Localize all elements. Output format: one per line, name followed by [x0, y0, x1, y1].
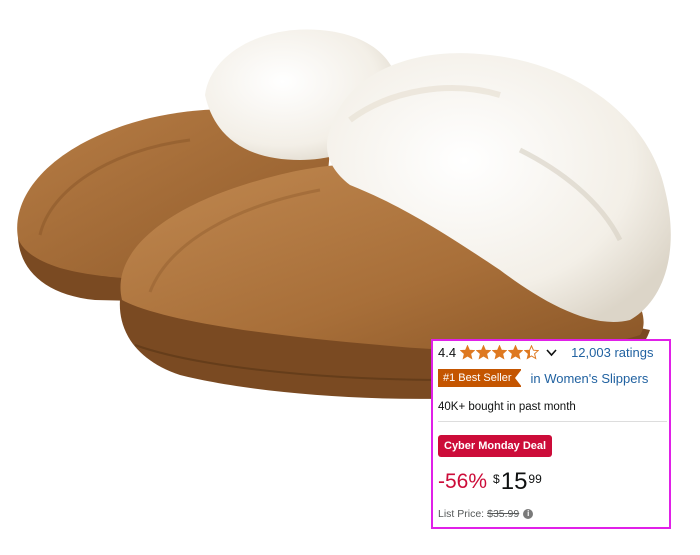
- rating-value: 4.4: [438, 345, 457, 360]
- star-icon: [508, 345, 524, 360]
- bought-in-past-month: 40K+ bought in past month: [438, 401, 576, 413]
- discount-percent: -56%: [438, 470, 488, 493]
- deal-badge: Cyber Monday Deal: [438, 435, 553, 457]
- product-info-card: 4.4 12,003 ratings #1 Best Seller in Wom…: [431, 339, 671, 529]
- star-icon: [524, 345, 540, 360]
- price-fraction: 99: [528, 472, 542, 486]
- star-rating[interactable]: [460, 345, 540, 360]
- bestseller-row: #1 Best Seller in Women's Slippers: [438, 369, 648, 387]
- divider: [438, 421, 667, 422]
- ratings-count-link[interactable]: 12,003 ratings: [571, 345, 653, 360]
- list-price-row: List Price: $35.99 i: [438, 508, 534, 520]
- best-seller-badge[interactable]: #1 Best Seller: [438, 369, 523, 387]
- price-currency-symbol: $: [493, 472, 500, 486]
- price-row: -56% $ 15 99: [438, 469, 542, 495]
- star-icon: [492, 345, 508, 360]
- bestseller-category-link[interactable]: in Women's Slippers: [530, 371, 648, 386]
- star-icon: [460, 345, 476, 360]
- price-whole: 15: [500, 468, 528, 495]
- info-icon[interactable]: i: [523, 509, 534, 519]
- rating-row: 4.4 12,003 ratings: [438, 345, 653, 360]
- chevron-down-icon[interactable]: [546, 348, 557, 357]
- list-price-label: List Price:: [438, 508, 485, 520]
- list-price-value: $35.99: [487, 508, 520, 520]
- star-icon: [476, 345, 492, 360]
